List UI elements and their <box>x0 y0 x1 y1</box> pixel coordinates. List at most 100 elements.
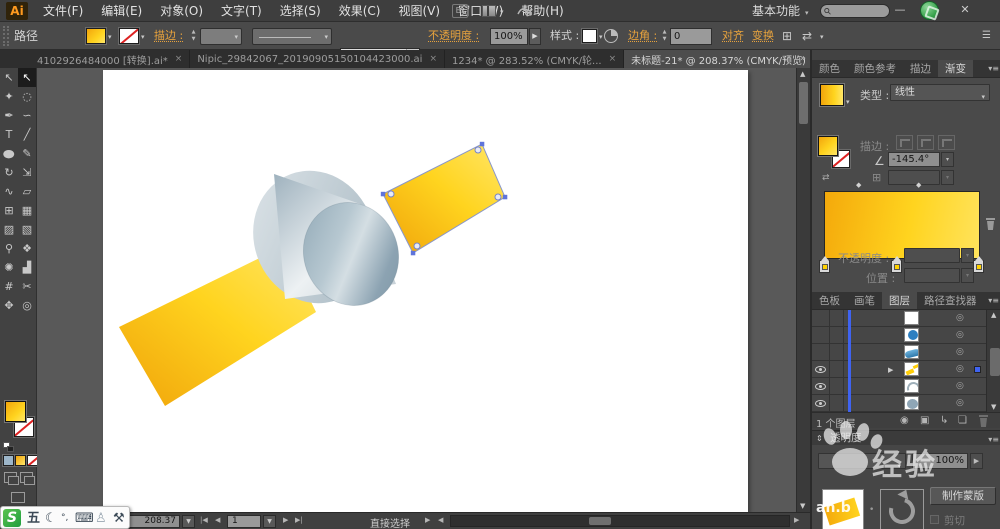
drag-grip[interactable] <box>3 26 9 46</box>
tab-stroke[interactable]: 描边 <box>903 60 938 77</box>
mask-thumbnail-area[interactable] <box>880 489 924 529</box>
last-artboard-icon[interactable]: ▶| <box>295 516 303 524</box>
gradient-midpoint-icon[interactable]: ◆ <box>856 181 861 189</box>
ime-punct-icon[interactable]: °, <box>61 507 68 529</box>
artboard-number-field[interactable]: 1 <box>227 515 261 528</box>
gradient-type-dropdown[interactable]: 线性 ▾ <box>890 84 990 101</box>
align-link[interactable]: 对齐 <box>722 22 744 50</box>
select-similar-icon[interactable]: ⇄ <box>802 22 812 50</box>
gradient-fill-box[interactable] <box>818 136 838 156</box>
tool-blend[interactable]: ❖ <box>18 239 36 258</box>
gradient-stop-right[interactable] <box>973 256 984 273</box>
target-icon[interactable]: ◎ <box>956 330 964 340</box>
target-icon[interactable]: ◎ <box>956 381 964 391</box>
scroll-down-icon[interactable]: ▼ <box>800 502 805 510</box>
layer-row-1[interactable]: ◎ <box>812 310 986 327</box>
tool-type[interactable]: T <box>0 125 18 144</box>
menu-view[interactable]: 视图(V) <box>389 0 449 22</box>
object-thumbnail[interactable] <box>822 489 864 529</box>
ime-mode[interactable]: 五 <box>27 507 40 529</box>
menu-effect[interactable]: 效果(C) <box>330 0 390 22</box>
prev-artboard-icon[interactable]: ◀ <box>215 516 220 524</box>
tool-width[interactable]: ∿ <box>0 182 18 201</box>
gradient-angle-field[interactable]: -145.4° <box>888 152 940 167</box>
tool-gradient[interactable]: ▧ <box>18 220 36 239</box>
gradient-stop-left[interactable] <box>819 256 830 273</box>
menu-object[interactable]: 对象(O) <box>151 0 212 22</box>
make-clipping-mask-icon[interactable]: ▣ <box>920 415 929 426</box>
ime-wrench-icon[interactable]: ⚒ <box>113 507 125 529</box>
tool-mesh[interactable]: ▨ <box>0 220 18 239</box>
draw-behind-icon[interactable] <box>20 472 35 485</box>
arrange-documents-icon[interactable] <box>482 5 496 17</box>
vertical-scrollbar[interactable]: ▲ ▼ <box>796 68 810 512</box>
delete-layer-icon[interactable] <box>978 415 989 427</box>
layers-scrollbar[interactable]: ▲ ▼ <box>986 310 1000 412</box>
layers-scroll-thumb[interactable] <box>990 348 1000 376</box>
tool-zoom[interactable]: ◎ <box>18 296 36 315</box>
close-tab-icon[interactable]: × <box>429 54 437 64</box>
document-tab-2[interactable]: Nipic_29842067_20190905150104423000.ai × <box>190 50 445 68</box>
corner-link[interactable]: 边角 : <box>628 22 657 50</box>
scroll-down-icon[interactable]: ▼ <box>991 403 996 411</box>
fill-caret-icon[interactable]: ▾ <box>108 33 112 41</box>
screen-mode-button[interactable] <box>11 492 25 503</box>
layer-row-2[interactable]: ◎ <box>812 327 986 344</box>
transform-link[interactable]: 变换 <box>752 22 774 50</box>
tool-slice[interactable]: ✂ <box>18 277 36 296</box>
tool-rotate[interactable]: ↻ <box>0 163 18 182</box>
tool-lasso[interactable]: ◌ <box>18 87 36 106</box>
stroke-gradient-across-button[interactable] <box>938 135 955 150</box>
stroke-weight-link[interactable]: 描边 : <box>154 22 183 50</box>
new-sublayer-icon[interactable]: ↳ <box>940 415 948 426</box>
first-artboard-icon[interactable]: |◀ <box>200 516 208 524</box>
ime-keyboard-icon[interactable]: ⌨ <box>75 507 94 529</box>
stroke-color-swatch[interactable] <box>119 28 139 44</box>
target-icon[interactable]: ◎ <box>956 347 964 357</box>
draw-normal-icon[interactable] <box>4 472 19 485</box>
tool-ellipse[interactable]: ● <box>0 144 18 163</box>
tool-symbol-sprayer[interactable]: ✺ <box>0 258 18 277</box>
tab-color[interactable]: 颜色 <box>812 60 847 77</box>
opacity-play-button[interactable]: ▶ <box>529 28 541 45</box>
tool-selection[interactable]: ↖ <box>0 68 18 87</box>
tool-pen[interactable]: ✒ <box>0 106 18 125</box>
target-icon[interactable]: ◎ <box>956 398 964 408</box>
eye-icon[interactable] <box>815 383 826 390</box>
tool-direct-selection[interactable]: ↖ <box>18 68 36 87</box>
gradient-swatch-caret-icon[interactable]: ▾ <box>846 98 850 106</box>
tool-shape-builder[interactable]: ⊞ <box>0 201 18 220</box>
reverse-gradient-icon[interactable]: ⇄ <box>822 172 838 184</box>
tool-column-graph[interactable]: ▟ <box>18 258 36 277</box>
stroke-weight-dropdown[interactable]: ▾ <box>200 28 242 45</box>
layer-row-6[interactable]: ◎ <box>812 395 986 412</box>
ime-moon-icon[interactable]: ☾ <box>45 507 57 529</box>
color-mode-button[interactable] <box>3 455 14 466</box>
tab-layers-active[interactable]: 图层 <box>882 292 917 309</box>
menu-edit[interactable]: 编辑(E) <box>92 0 151 22</box>
close-button[interactable]: ✕ <box>955 3 975 16</box>
tab-pathfinder[interactable]: 路径查找器 <box>917 292 984 309</box>
style-swatch[interactable] <box>582 29 597 43</box>
solar-panel-small-selected[interactable] <box>380 141 508 256</box>
document-tab-3[interactable]: 1234* @ 283.52% (CMYK/轮... × <box>445 50 625 68</box>
target-icon[interactable]: ◎ <box>956 313 964 323</box>
tab-swatches[interactable]: 色板 <box>812 292 847 309</box>
gradient-midpoint-icon[interactable]: ◆ <box>916 181 921 189</box>
transparency-panel-header[interactable]: ⇕ 透明度 ▾≡ <box>812 430 1000 445</box>
variable-width-profile-dropdown[interactable]: ▾ <box>252 28 332 45</box>
tab-gradient-active[interactable]: 渐变 <box>938 60 973 77</box>
ime-logo[interactable]: S <box>3 509 21 527</box>
panel-menu-icon[interactable]: ▾≡ <box>988 60 999 78</box>
share-icon[interactable] <box>516 4 532 18</box>
corner-field[interactable]: 0 <box>670 28 712 45</box>
overlay-app-icon[interactable] <box>920 1 939 20</box>
panel-menu-icon[interactable]: ▾≡ <box>988 292 999 310</box>
scroll-up-icon[interactable]: ▲ <box>800 70 805 78</box>
close-tab-icon[interactable]: × <box>609 54 617 64</box>
search-input[interactable]: ⚲ <box>820 4 890 18</box>
tool-line-segment[interactable]: ╱ <box>18 125 36 144</box>
tool-free-transform[interactable]: ▱ <box>18 182 36 201</box>
fill-color-swatch[interactable] <box>86 28 106 44</box>
vertical-scroll-thumb[interactable] <box>799 82 808 124</box>
